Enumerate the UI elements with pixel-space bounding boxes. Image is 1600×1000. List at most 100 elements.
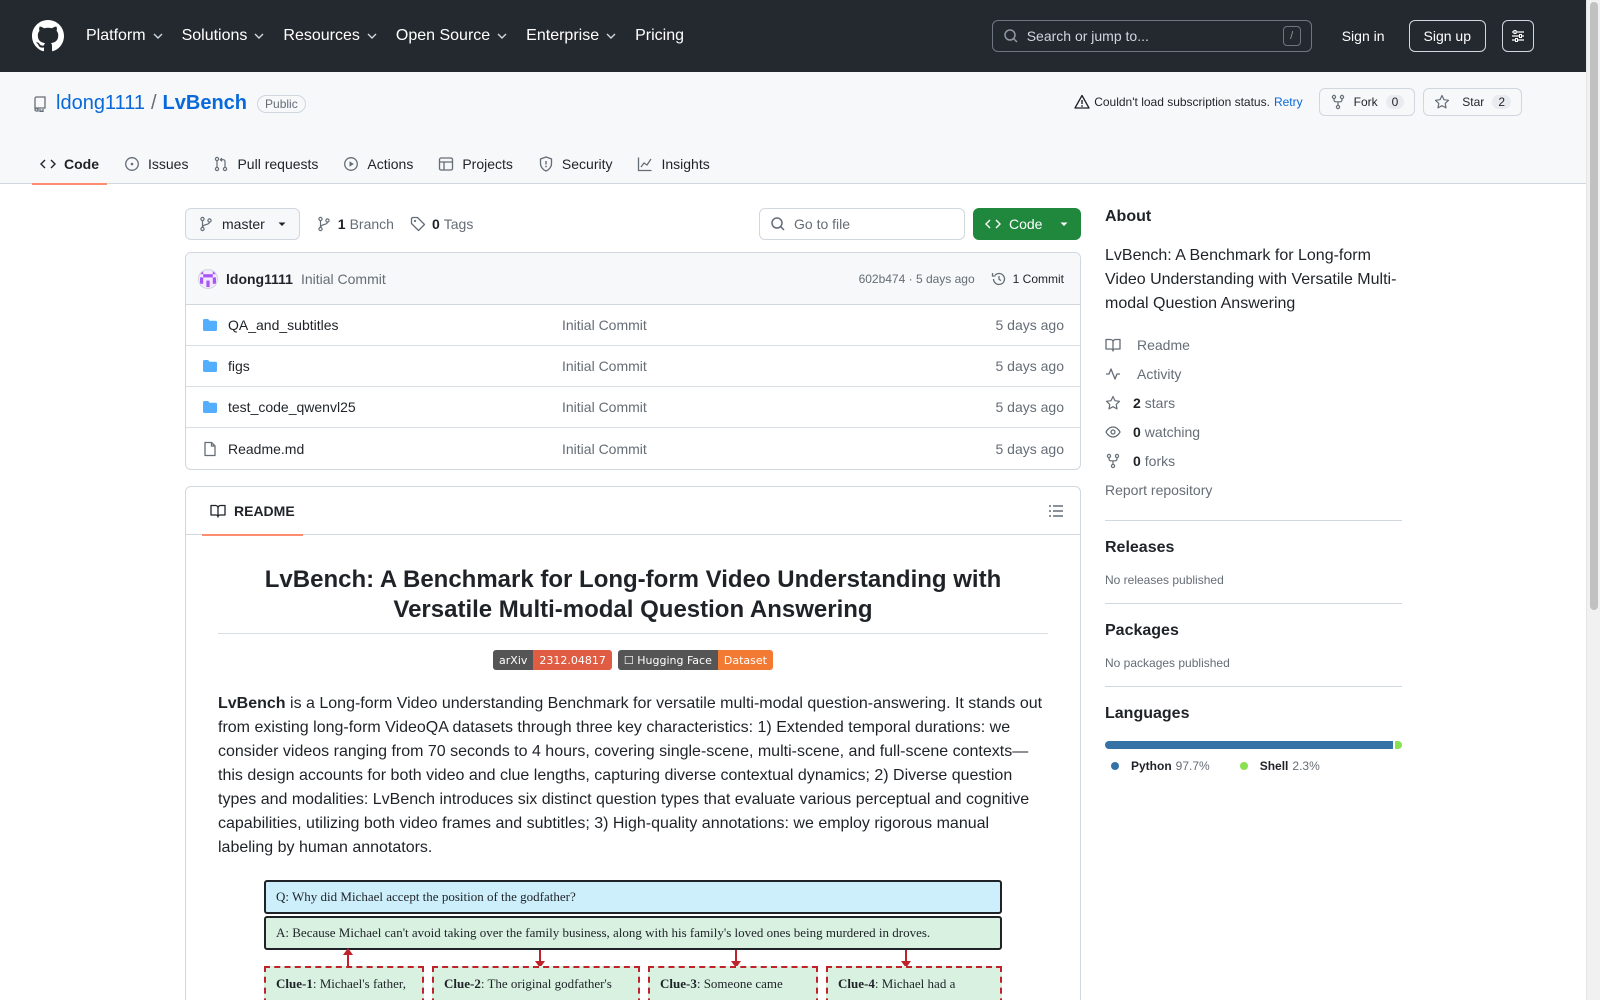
huggingface-badge[interactable]: ☐ Hugging Face Dataset: [617, 650, 773, 670]
badge-value: 2312.04817: [533, 650, 612, 670]
tab-label: Pull requests: [237, 156, 319, 172]
search-placeholder: Search or jump to...: [1026, 28, 1149, 44]
report-repository-link[interactable]: Report repository: [1105, 475, 1402, 504]
eye-icon: [1105, 425, 1121, 438]
commit-history-link[interactable]: 1 Commit: [991, 271, 1064, 287]
branch-selector[interactable]: master: [185, 208, 300, 240]
sign-in-link[interactable]: Sign in: [1342, 28, 1385, 44]
languages-heading: Languages: [1105, 705, 1190, 722]
header-menu-button[interactable]: [1502, 20, 1534, 52]
nav-pricing[interactable]: Pricing: [635, 27, 684, 45]
file-name-link[interactable]: QA_and_subtitles: [228, 317, 562, 333]
nav-platform[interactable]: Platform: [86, 27, 164, 45]
arxiv-badge[interactable]: arXiv 2312.04817: [493, 650, 612, 670]
nav-resources[interactable]: Resources: [283, 27, 377, 45]
language-percent: 97.7%: [1175, 759, 1210, 773]
repo-name-link[interactable]: LvBench: [163, 92, 247, 115]
forks-link[interactable]: 0 forks: [1105, 446, 1402, 475]
repo-tabs: Code Issues Pull requests Actions Projec…: [32, 144, 727, 185]
star-button[interactable]: Star 2: [1423, 88, 1522, 116]
table-row[interactable]: Readme.md Initial Commit 5 days ago: [186, 428, 1080, 469]
activity-link[interactable]: Activity: [1105, 359, 1402, 388]
file-commit-message[interactable]: Initial Commit: [562, 441, 647, 457]
branch-icon: [318, 216, 330, 232]
commit-message-link[interactable]: Initial Commit: [301, 271, 386, 287]
shield-icon: [539, 156, 553, 172]
stars-link[interactable]: 2 stars: [1105, 388, 1402, 417]
releases-empty-text: No releases published: [1105, 573, 1224, 587]
link-label: watching: [1144, 423, 1201, 440]
figure-question: Q: Why did Michael accept the position o…: [264, 880, 1002, 914]
file-name-link[interactable]: test_code_qwenvl25: [228, 399, 562, 415]
table-row[interactable]: QA_and_subtitles Initial Commit 5 days a…: [186, 305, 1080, 346]
tab-pull-requests[interactable]: Pull requests: [205, 144, 326, 184]
github-logo-icon[interactable]: [32, 20, 64, 52]
tab-insights[interactable]: Insights: [629, 144, 717, 184]
tab-readme[interactable]: README: [202, 487, 303, 536]
language-dot: [1239, 762, 1248, 770]
nav-open-source[interactable]: Open Source: [396, 27, 508, 45]
file-commit-message[interactable]: Initial Commit: [562, 358, 647, 374]
language-item[interactable]: Python 97.7%: [1111, 759, 1210, 773]
history-icon: [991, 272, 1005, 285]
nav-enterprise[interactable]: Enterprise: [526, 27, 617, 45]
repo-title: ldong1111 / LvBench Public: [32, 92, 306, 115]
repo-path-separator: /: [150, 92, 157, 114]
readme-panel: README LvBench: A Benchmark for Long-for…: [185, 486, 1081, 1000]
tab-code[interactable]: Code: [32, 144, 107, 185]
tab-security[interactable]: Security: [530, 144, 621, 184]
file-name-link[interactable]: figs: [228, 358, 562, 374]
link-label: stars: [1144, 394, 1176, 411]
language-list: Python 97.7% Shell 2.3%: [1105, 759, 1402, 773]
file-commit-message[interactable]: Initial Commit: [562, 317, 647, 333]
about-description: LvBench: A Benchmark for Long-form Video…: [1105, 247, 1397, 312]
table-row[interactable]: test_code_qwenvl25 Initial Commit 5 days…: [186, 387, 1080, 428]
folder-icon: [203, 360, 217, 372]
tab-actions[interactable]: Actions: [335, 144, 421, 184]
tab-label: Projects: [462, 156, 513, 172]
tag-count-label: Tags: [443, 216, 474, 232]
outline-button[interactable]: [1048, 503, 1064, 519]
folder-icon: [203, 401, 217, 413]
star-count: 2: [1492, 95, 1511, 109]
language-item[interactable]: Shell 2.3%: [1239, 759, 1320, 773]
language-name: Shell: [1259, 759, 1289, 773]
fork-icon: [1106, 453, 1120, 468]
code-dropdown-button[interactable]: Code: [973, 208, 1081, 240]
file-name-link[interactable]: Readme.md: [228, 441, 562, 457]
fork-button[interactable]: Fork 0: [1318, 88, 1416, 116]
readme-link[interactable]: Readme: [1105, 330, 1402, 359]
language-bar-segment: [1105, 741, 1394, 749]
file-commit-message[interactable]: Initial Commit: [562, 399, 647, 415]
readme-intro-text: is a Long-form Video understanding Bench…: [218, 695, 1043, 856]
repo-owner-link[interactable]: ldong1111: [56, 92, 145, 115]
sign-up-button[interactable]: Sign up: [1408, 20, 1486, 52]
tab-projects[interactable]: Projects: [430, 144, 521, 184]
retry-link[interactable]: Retry: [1274, 95, 1303, 109]
figure-arrow-down: [535, 950, 545, 968]
figure-clue: Clue-1: Michael's father,: [264, 966, 424, 1000]
avatar[interactable]: [198, 268, 218, 289]
chevron-down-icon: [367, 33, 377, 39]
divider: [1105, 520, 1402, 521]
readme-figure: Q: Why did Michael accept the position o…: [264, 880, 1002, 1000]
packages-heading[interactable]: Packages: [1105, 622, 1402, 640]
go-to-file-input[interactable]: Go to file: [759, 208, 965, 240]
commit-sha-date[interactable]: 602b474 · 5 days ago: [859, 272, 975, 286]
tab-issues[interactable]: Issues: [116, 144, 196, 184]
tab-label: Issues: [148, 156, 189, 172]
page-scrollbar[interactable]: [1586, 0, 1600, 1000]
global-search-input[interactable]: Search or jump to... /: [991, 20, 1312, 52]
watchers-link[interactable]: 0 watching: [1105, 417, 1402, 446]
visibility-badge: Public: [257, 94, 306, 113]
nav-solutions[interactable]: Solutions: [182, 27, 266, 45]
tab-label: Code: [64, 156, 99, 172]
branches-link[interactable]: 1 Branch: [316, 216, 394, 232]
scrollbar-thumb[interactable]: [1590, 2, 1598, 610]
releases-heading[interactable]: Releases: [1105, 539, 1402, 557]
table-row[interactable]: figs Initial Commit 5 days ago: [186, 346, 1080, 387]
tags-link[interactable]: 0 Tags: [410, 216, 473, 232]
star-label: Star: [1462, 95, 1485, 109]
tag-icon: [410, 216, 426, 232]
commit-author-link[interactable]: ldong1111: [226, 271, 293, 287]
